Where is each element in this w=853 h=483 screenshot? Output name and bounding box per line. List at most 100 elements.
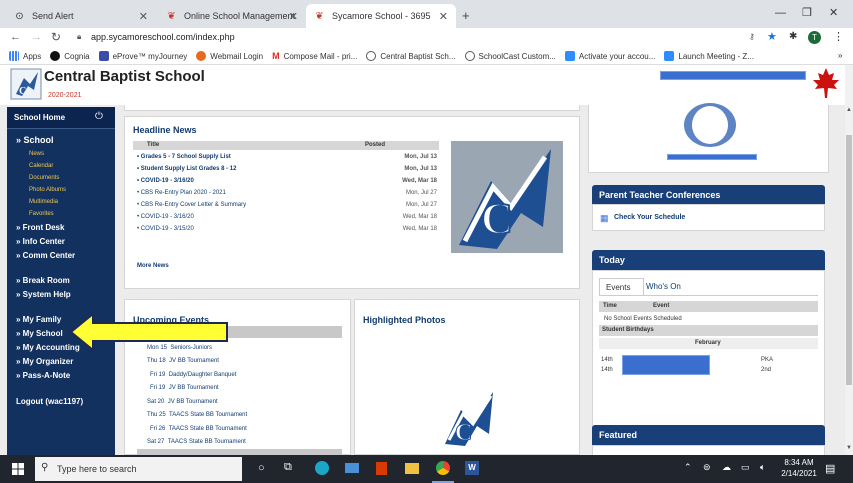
event-row[interactable]: Fri 26 TAACS State BB Tournament — [150, 426, 247, 432]
event-name[interactable]: TAACS State BB Tournament — [168, 439, 246, 445]
bookmark-apps[interactable]: Apps — [9, 51, 41, 61]
nav-system-help[interactable]: » System Help — [16, 290, 71, 299]
event-name[interactable]: JV BB Tournament — [169, 385, 219, 391]
nav-multimedia[interactable]: Multimedia — [29, 199, 58, 205]
event-row[interactable]: Thu 25 TAACS State BB Tournament — [147, 412, 247, 418]
edge-icon[interactable] — [315, 461, 329, 475]
url-field[interactable]: app.sycamoreschool.com/index.php — [91, 32, 235, 42]
clock-date[interactable]: 2/14/2021 — [779, 469, 819, 478]
windows-start-icon[interactable] — [12, 463, 24, 475]
bookmark-eprove[interactable]: eProve™ myJourney — [98, 51, 187, 61]
office-icon[interactable] — [376, 462, 387, 475]
nav-pass-a-note[interactable]: » Pass-A-Note — [16, 371, 70, 380]
nav-front-desk[interactable]: » Front Desk — [16, 223, 64, 232]
news-row[interactable]: • CBS Re-Entry Plan 2020 - 2021 Mon, Jul … — [137, 190, 437, 196]
school-logo-image[interactable]: C — [451, 141, 563, 253]
reload-icon[interactable]: ↻ — [51, 30, 61, 44]
tab-online-school[interactable]: ❦ Online School Management Syst ✕ — [158, 4, 306, 28]
close-icon[interactable]: ✕ — [139, 10, 148, 23]
network-icon[interactable]: ▭ — [741, 462, 750, 473]
event-name[interactable]: TAACS State BB Tournament — [169, 412, 247, 418]
news-row[interactable]: • Grades 5 - 7 School Supply List Mon, Ju… — [137, 154, 437, 160]
volume-icon[interactable]: 🔈︎ — [760, 462, 765, 473]
avatar-icon[interactable] — [682, 103, 738, 147]
news-title[interactable]: COVID-19 - 3/15/20 — [141, 226, 194, 232]
clock-time[interactable]: 8:34 AM — [782, 458, 816, 467]
nav-logout[interactable]: Logout (wac1197) — [16, 397, 83, 406]
nav-my-organizer[interactable]: » My Organizer — [16, 357, 73, 366]
tray-app-icon[interactable]: ⊜ — [703, 462, 711, 473]
check-schedule-link[interactable]: Check Your Schedule — [614, 214, 685, 221]
new-tab-button[interactable]: + — [462, 8, 470, 23]
scroll-down-arrow[interactable]: ▼ — [846, 445, 852, 451]
news-title[interactable]: CBS Re-Entry Plan 2020 - 2021 — [141, 190, 226, 196]
nav-break-room[interactable]: » Break Room — [16, 276, 70, 285]
page-scrollbar[interactable]: ▲ ▼ — [845, 65, 853, 455]
bookmark-launch-meeting[interactable]: Launch Meeting - Z... — [664, 51, 754, 61]
event-name[interactable]: JV BB Tournament — [169, 358, 219, 364]
close-icon[interactable]: ✕ — [439, 10, 448, 23]
bookmark-activate[interactable]: Activate your accou... — [564, 51, 655, 61]
event-row[interactable]: Fri 19 Daddy/Daughter Banquet — [150, 372, 236, 378]
taskbar-search-box[interactable]: ⚲ Type here to search — [35, 457, 242, 481]
notifications-icon[interactable]: ▤ — [825, 462, 835, 475]
tab-sycamore-school[interactable]: ❦ Sycamore School - 3695 ✕ — [306, 4, 456, 28]
extensions-icon[interactable]: ✱ — [789, 31, 797, 42]
nav-my-family[interactable]: » My Family — [16, 315, 61, 324]
nav-favorites[interactable]: Favorites — [29, 211, 54, 217]
mail-icon[interactable] — [345, 463, 359, 473]
bookmark-compose-mail[interactable]: M Compose Mail - pri... — [272, 51, 357, 61]
word-icon[interactable]: W — [465, 461, 479, 475]
event-row[interactable]: Fri 19 JV BB Tournament — [150, 385, 219, 391]
tab-send-alert[interactable]: ⊙ Send Alert ✕ — [6, 4, 156, 28]
bookmark-star-icon[interactable]: ★ — [767, 30, 777, 43]
news-row[interactable]: • COVID-19 - 3/16/20 Wed, Mar 18 — [137, 214, 437, 220]
more-bookmarks[interactable]: » — [838, 51, 842, 60]
back-icon[interactable]: ← — [10, 31, 21, 43]
news-row[interactable]: • Student Supply List Grades 8 - 12 Mon, … — [137, 166, 437, 172]
restore-icon[interactable]: ❐ — [802, 6, 812, 19]
chrome-icon[interactable] — [436, 461, 450, 475]
photo-thumbnail[interactable]: C — [441, 388, 499, 448]
news-row[interactable]: • CBS Re-Entry Cover Letter & Summary Mon… — [137, 202, 437, 208]
minimize-icon[interactable]: — — [775, 7, 786, 19]
tray-expand-icon[interactable]: ⌃ — [684, 462, 692, 473]
close-icon[interactable]: ✕ — [289, 10, 298, 23]
event-name[interactable]: Daddy/Daughter Banquet — [169, 372, 237, 378]
event-name[interactable]: JV BB Tournament — [168, 399, 218, 405]
task-view-icon[interactable]: ⧉ — [284, 461, 292, 474]
news-title[interactable]: COVID-19 - 3/16/20 — [141, 178, 194, 184]
school-home-button[interactable]: School Home ⏻ — [7, 107, 115, 129]
cloud-icon[interactable]: ☁ — [722, 462, 731, 473]
news-row[interactable]: • COVID-19 - 3/15/20 Wed, Mar 18 — [137, 226, 437, 232]
scrollbar-thumb[interactable] — [846, 135, 852, 385]
power-icon[interactable]: ⏻ — [95, 111, 103, 122]
tab-events[interactable]: Events — [599, 278, 644, 295]
bookmark-webmail[interactable]: Webmail Login — [196, 51, 263, 61]
news-row[interactable]: • COVID-19 - 3/16/20 Wed, Mar 18 — [137, 178, 437, 184]
nav-school[interactable]: » School — [16, 135, 54, 145]
news-title[interactable]: Grades 5 - 7 School Supply List — [141, 154, 231, 160]
bookmark-central-baptist[interactable]: Central Baptist Sch... — [366, 51, 456, 61]
nav-comm-center[interactable]: » Comm Center — [16, 251, 75, 260]
event-row[interactable]: Sat 27 TAACS State BB Tournament — [147, 439, 246, 445]
bookmark-schoolcast[interactable]: SchoolCast Custom... — [464, 51, 556, 61]
nav-news[interactable]: News — [29, 151, 44, 157]
news-title[interactable]: COVID-19 - 3/16/20 — [141, 214, 194, 220]
tab-whos-on[interactable]: Who's On — [646, 282, 681, 291]
forward-icon[interactable]: → — [31, 31, 42, 43]
event-row[interactable]: Thu 18 JV BB Tournament — [147, 358, 219, 364]
nav-info-center[interactable]: » Info Center — [16, 237, 65, 246]
key-icon[interactable]: ⚷ — [749, 32, 755, 41]
nav-documents[interactable]: Documents — [29, 175, 59, 181]
more-news-link[interactable]: More News — [137, 263, 169, 269]
news-title[interactable]: Student Supply List Grades 8 - 12 — [141, 166, 237, 172]
nav-calendar[interactable]: Calendar — [29, 163, 53, 169]
scroll-up-arrow[interactable]: ▲ — [846, 107, 852, 113]
file-explorer-icon[interactable] — [405, 463, 419, 474]
bookmark-cognia[interactable]: Cognia — [50, 51, 90, 61]
menu-icon[interactable]: ⋮ — [833, 30, 844, 43]
nav-photo-albums[interactable]: Photo Albums — [29, 187, 66, 193]
nav-my-school[interactable]: » My School — [16, 329, 63, 338]
event-row[interactable]: Sat 20 JV BB Tournament — [147, 399, 218, 405]
